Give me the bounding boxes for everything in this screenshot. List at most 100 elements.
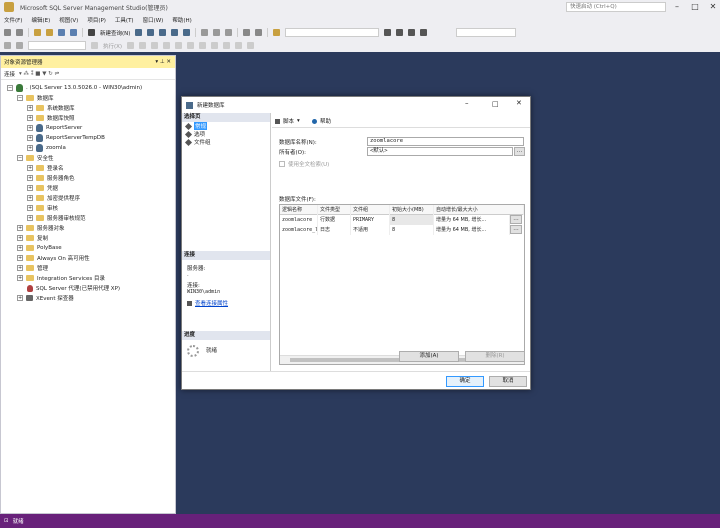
db-name-input[interactable]: zoomlacore [367,137,524,146]
close-icon[interactable]: ✕ [704,0,720,14]
execute-button[interactable]: 执行(X) [103,42,122,50]
tree-item-always-on[interactable]: + Always On 高可用性 [17,253,90,263]
tree-server[interactable]: − . (SQL Server 13.0.5026.0 - WIN30\admi… [7,83,142,93]
database-combo[interactable] [28,41,86,50]
results-file-icon[interactable] [199,42,207,49]
find-icon[interactable] [273,29,281,36]
collapse-icon[interactable]: − [7,85,13,91]
tree-item-integration-services[interactable]: + Integration Services 目录 [17,273,105,283]
template-icon[interactable] [420,29,428,36]
expand-icon[interactable]: + [27,135,33,141]
tree-item-audits[interactable]: + 审核 [27,203,58,213]
tree-item-reportservertempdb[interactable]: + ReportServerTempDB [27,133,105,143]
properties-icon[interactable] [396,29,404,36]
pin-icon[interactable]: ▾ ⊥ ✕ [155,59,171,65]
owner-browse-button[interactable]: … [514,147,525,156]
db-query-icon[interactable] [135,29,143,36]
expand-icon[interactable]: + [17,275,23,281]
tree-item-crypto-providers[interactable]: + 加密提供程序 [27,193,80,203]
new-query-icon[interactable] [88,29,95,36]
page-options[interactable]: 选项 [182,130,270,138]
tree-item-polybase[interactable]: + PolyBase [17,243,62,253]
tree-item-server-roles[interactable]: + 服务器角色 [27,173,75,183]
expand-icon[interactable]: + [27,145,33,151]
cancel-button[interactable]: 取消 [489,376,527,387]
new-project-icon[interactable] [34,29,41,36]
view-connection-properties-link[interactable]: 查看连接属性 [187,299,228,307]
menu-help[interactable]: 帮助(H) [172,16,191,24]
oe-tool-icons[interactable]: ▾ ⁂ ⁑ ■ ▼ ↻ ⇌ [19,71,59,77]
dialog-close-icon[interactable]: ✕ [516,99,522,107]
autogrowth-browse-button[interactable]: … [510,225,522,234]
expand-icon[interactable]: + [27,175,33,181]
open-file-icon[interactable] [46,29,53,36]
parse-icon[interactable] [151,42,159,49]
expand-icon[interactable]: + [27,185,33,191]
toolbox-icon[interactable] [408,29,416,36]
table-row[interactable]: zoomlacore 行数据 PRIMARY 8 增量为 64 MB, 增长..… [280,215,524,225]
owner-input[interactable]: <默认> [367,147,513,156]
tree-item-zoomla[interactable]: + zoomla [27,143,66,153]
dialog-maximize-icon[interactable]: □ [492,100,499,108]
expand-icon[interactable]: + [17,265,23,271]
quick-launch-input[interactable]: 快速启动 (Ctrl+Q) [566,2,666,12]
expand-icon[interactable]: + [27,125,33,131]
tree-item-snapshots[interactable]: + 数据库快照 [27,113,75,123]
cut-icon[interactable] [201,29,209,36]
tree-item-logins[interactable]: + 登录名 [27,163,64,173]
search-combo[interactable] [285,28,380,37]
menu-project[interactable]: 项目(P) [87,16,106,24]
expand-icon[interactable]: + [17,235,23,241]
tree-item-audit-specs[interactable]: + 服务器审核规范 [27,213,86,223]
maximize-icon[interactable]: □ [686,0,704,14]
connect-dropdown[interactable]: 连接 [4,70,15,78]
save-icon[interactable] [58,29,65,36]
expand-icon[interactable]: + [27,205,33,211]
outdent-icon[interactable] [247,42,255,49]
config-combo[interactable] [456,28,517,37]
autogrowth-browse-button[interactable]: … [510,215,522,224]
expand-icon[interactable]: + [17,245,23,251]
tree-item-sql-agent[interactable]: SQL Server 代理(已禁用代理 XP) [27,283,120,293]
back-icon[interactable] [4,29,11,36]
new-query-button[interactable]: 新建查询(N) [100,29,130,37]
menu-window[interactable]: 窗口(W) [143,16,164,24]
tree-item-server-objects[interactable]: + 服务器对象 [17,223,65,233]
expand-icon[interactable]: + [27,165,33,171]
help-button[interactable]: 帮助 [312,117,331,125]
tree-item-databases[interactable]: − 数据库 [17,93,54,103]
table-row[interactable]: zoomlacore_log 日志 不适用 8 增量为 64 MB, 增长...… [280,225,524,235]
redo-icon[interactable] [255,29,263,36]
page-general[interactable]: 常规 [182,122,270,130]
indent-icon[interactable] [235,42,243,49]
plan-icon[interactable] [163,42,171,49]
solution-explorer-icon[interactable] [384,29,392,36]
menu-tools[interactable]: 工具(T) [115,16,134,24]
tree-item-credentials[interactable]: + 凭据 [27,183,58,193]
add-file-button[interactable]: 添加(A) [399,351,459,362]
menu-edit[interactable]: 编辑(E) [31,16,50,24]
results-text-icon[interactable] [175,42,183,49]
tree-item-reportserver[interactable]: + ReportServer [27,123,82,133]
tree-item-security[interactable]: − 安全性 [17,153,54,163]
xmla-query-icon[interactable] [171,29,179,36]
collapse-icon[interactable]: − [17,155,23,161]
dmx-query-icon[interactable] [159,29,167,36]
expand-icon[interactable]: + [17,295,23,301]
disconnect-icon[interactable] [16,42,23,49]
copy-icon[interactable] [213,29,221,36]
tree-item-replication[interactable]: + 复制 [17,233,48,243]
minimize-icon[interactable]: – [668,0,686,14]
expand-icon[interactable]: + [17,225,23,231]
undo-icon[interactable] [243,29,251,36]
expand-icon[interactable]: + [27,105,33,111]
paste-icon[interactable] [225,29,233,36]
fulltext-checkbox[interactable]: 使用全文检索(U) [279,160,329,168]
debug-icon[interactable] [127,42,135,49]
tree-item-system-databases[interactable]: + 系统数据库 [27,103,75,113]
mdx-query-icon[interactable] [147,29,155,36]
expand-icon[interactable]: + [27,195,33,201]
tree-item-management[interactable]: + 管理 [17,263,48,273]
page-filegroups[interactable]: 文件组 [182,138,270,146]
expand-icon[interactable]: + [27,115,33,121]
